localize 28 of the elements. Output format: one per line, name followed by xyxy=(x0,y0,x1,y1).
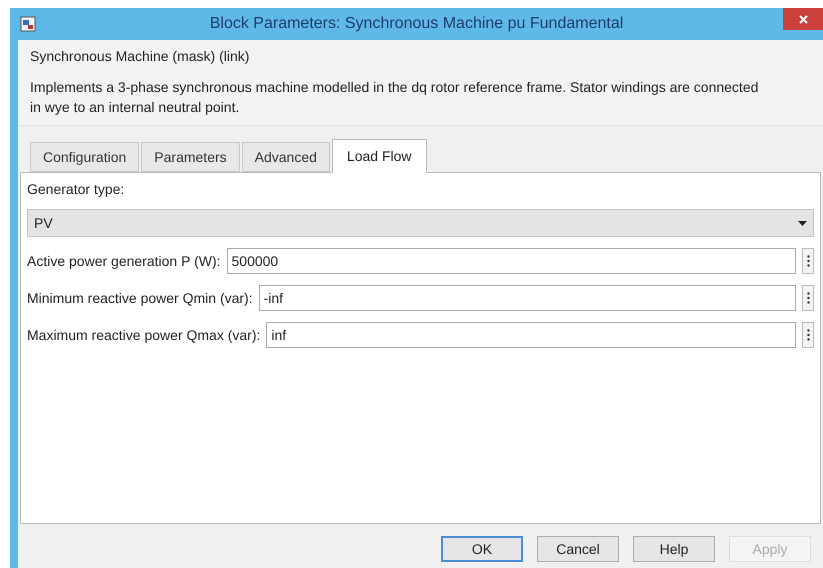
close-button[interactable] xyxy=(783,8,823,30)
input-field[interactable]: -inf xyxy=(258,285,796,311)
dialog-button[interactable]: Cancel xyxy=(537,536,619,562)
more-options-button[interactable] xyxy=(802,248,814,274)
more-options-button[interactable] xyxy=(802,322,814,348)
field-label: Minimum reactive power Qmin (var): xyxy=(27,288,253,308)
close-icon xyxy=(798,14,808,24)
tab[interactable]: Load Flow xyxy=(332,139,427,173)
dialog-button[interactable]: Help xyxy=(633,536,715,562)
field-label: Generator type: xyxy=(27,180,126,199)
block-description: Implements a 3-phase synchronous machine modelled in the dq rotor reference frame. Stator windings are connected in wye to an internal neutral point. xyxy=(30,78,760,117)
tab[interactable]: Advanced xyxy=(242,142,330,172)
block-heading: Synchronous Machine (mask) (link) xyxy=(30,47,250,66)
field-label: Active power generation P (W): xyxy=(27,252,220,271)
input-field[interactable]: 500000 xyxy=(226,248,796,274)
window-title: Block Parameters: Synchronous Machine pu Fundamental xyxy=(208,14,624,34)
vertical-dots-icon xyxy=(806,255,810,267)
generator-type-dropdown[interactable]: PV xyxy=(27,209,814,237)
field-label: Maximum reactive power Qmax (var): xyxy=(27,326,260,345)
window-icon xyxy=(20,16,36,32)
dropdown-caret-icon xyxy=(798,220,807,226)
vertical-dots-icon xyxy=(806,292,810,304)
input-field[interactable]: inf xyxy=(266,322,796,348)
more-options-button[interactable] xyxy=(802,285,814,311)
dialog-button[interactable]: OK xyxy=(441,536,523,562)
tab[interactable]: Parameters xyxy=(141,142,240,172)
vertical-dots-icon xyxy=(806,329,810,341)
tab[interactable]: Configuration xyxy=(30,142,140,172)
